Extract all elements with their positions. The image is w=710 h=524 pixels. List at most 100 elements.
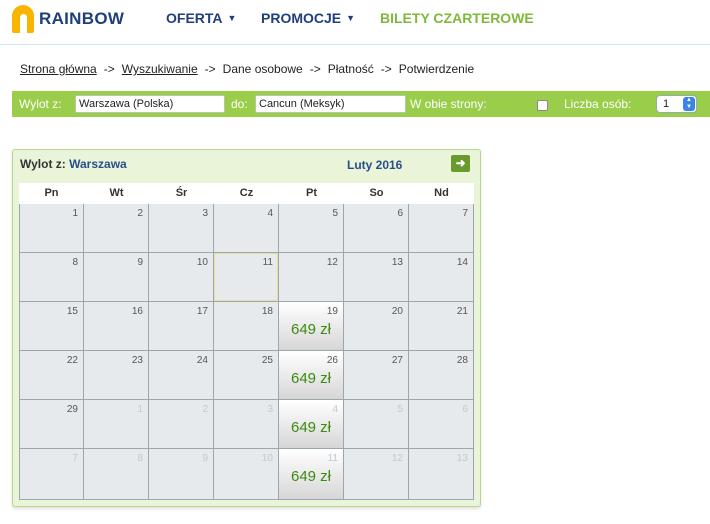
persons-select[interactable]: 1 ▲ ▼ [656,95,697,113]
calendar-day[interactable]: 10 [214,449,279,500]
calendar-month: Luty 2016 [347,158,403,172]
day-number: 3 [267,404,273,415]
calendar-day[interactable]: 13 [409,449,474,500]
calendar-day[interactable]: 15 [19,302,84,351]
departure-city: Warszawa [69,157,127,171]
weekday-header: Wt [84,183,149,204]
day-number: 7 [72,453,78,464]
breadcrumb-separator: -> [380,62,392,76]
day-number: 3 [202,208,208,219]
calendar-day-with-price[interactable]: 4 649 zł [279,400,344,449]
fare-price: 649 zł [290,321,332,338]
calendar-header: Wylot z: Warszawa Luty 2016 ➜ [13,150,480,177]
day-number: 14 [456,257,468,268]
calendar-grid: Pn Wt Śr Cz Pt So Nd 1 2 3 4 5 6 7 8 9 10 11 12 13 14 15 16 17 1… [19,183,474,500]
day-number: 11 [262,257,273,268]
calendar-day[interactable]: 27 [344,351,409,400]
weekday-header: So [344,183,409,204]
day-number: 12 [326,257,338,268]
breadcrumb-search[interactable]: Wyszukiwanie [122,62,198,76]
calendar-day[interactable]: 3 [214,400,279,449]
calendar-day[interactable]: 2 [84,204,149,253]
calendar-day[interactable]: 21 [409,302,474,351]
round-trip-checkbox[interactable] [537,100,548,111]
day-number: 23 [131,355,143,366]
calendar-day[interactable]: 11 [214,253,279,302]
calendar: Wylot z: Warszawa Luty 2016 ➜ Pn Wt Śr Cz Pt… [12,149,481,507]
calendar-day[interactable]: 5 [344,400,409,449]
day-number: 21 [456,306,468,317]
day-number: 28 [456,355,468,366]
logo[interactable]: RAINBOW [12,4,124,34]
day-number: 10 [261,453,273,464]
breadcrumb-home[interactable]: Strona główna [20,62,97,76]
day-number: 4 [332,404,338,415]
calendar-day[interactable]: 5 [279,204,344,253]
calendar-day[interactable]: 9 [84,253,149,302]
calendar-day[interactable]: 1 [19,204,84,253]
calendar-day[interactable]: 8 [84,449,149,500]
calendar-day[interactable]: 1 [84,400,149,449]
day-number: 20 [391,306,403,317]
day-number: 19 [326,306,338,317]
day-number: 9 [137,257,143,268]
breadcrumb-separator: -> [204,62,216,76]
calendar-day[interactable]: 8 [19,253,84,302]
from-input[interactable] [75,95,225,113]
calendar-day-with-price[interactable]: 26 649 zł [279,351,344,400]
weekday-header: Pt [279,183,344,204]
calendar-day-with-price[interactable]: 19 649 zł [279,302,344,351]
nav-item-bilety-czarterowe[interactable]: BILETY CZARTEROWE [380,10,534,26]
round-trip-label: W obie strony: [410,97,487,111]
calendar-day[interactable]: 13 [344,253,409,302]
calendar-day[interactable]: 12 [344,449,409,500]
calendar-day[interactable]: 29 [19,400,84,449]
day-number: 26 [326,355,338,366]
calendar-day[interactable]: 4 [214,204,279,253]
calendar-day-with-price[interactable]: 11 649 zł [279,449,344,500]
day-number: 1 [137,404,143,415]
calendar-day[interactable]: 10 [149,253,214,302]
day-number: 2 [202,404,208,415]
fare-price: 649 zł [290,419,332,436]
breadcrumb-confirmation: Potwierdzenie [398,62,475,76]
day-number: 17 [196,306,208,317]
nav-item-oferta[interactable]: OFERTA ▼ [166,10,236,26]
calendar-day[interactable]: 25 [214,351,279,400]
breadcrumb: Strona główna -> Wyszukiwanie -> Dane os… [20,62,474,76]
calendar-day[interactable]: 17 [149,302,214,351]
calendar-day[interactable]: 24 [149,351,214,400]
calendar-day[interactable]: 7 [19,449,84,500]
calendar-day[interactable]: 14 [409,253,474,302]
calendar-day[interactable]: 6 [409,400,474,449]
calendar-day[interactable]: 23 [84,351,149,400]
breadcrumb-separator: -> [103,62,115,76]
calendar-day[interactable]: 16 [84,302,149,351]
day-number: 29 [66,404,78,415]
day-number: 11 [327,453,338,464]
calendar-day[interactable]: 2 [149,400,214,449]
calendar-day[interactable]: 6 [344,204,409,253]
calendar-day[interactable]: 18 [214,302,279,351]
nav-item-promocje[interactable]: PROMOCJE ▼ [261,10,355,26]
persons-value: 1 [663,98,670,110]
day-number: 9 [202,453,208,464]
next-month-button[interactable]: ➜ [451,155,470,172]
day-number: 4 [267,208,273,219]
day-number: 5 [332,208,338,219]
day-number: 5 [397,404,403,415]
persons-label: Liczba osób: [564,97,632,111]
calendar-day[interactable]: 12 [279,253,344,302]
calendar-day[interactable]: 22 [19,351,84,400]
calendar-day[interactable]: 28 [409,351,474,400]
calendar-day[interactable]: 9 [149,449,214,500]
to-input[interactable] [255,95,406,113]
calendar-day[interactable]: 20 [344,302,409,351]
calendar-day[interactable]: 3 [149,204,214,253]
caret-down-icon: ▼ [227,13,237,23]
calendar-title: Wylot z: Warszawa [20,157,127,171]
calendar-day[interactable]: 7 [409,204,474,253]
day-number: 2 [137,208,143,219]
arrow-right-icon: ➜ [455,156,466,170]
day-number: 18 [261,306,273,317]
